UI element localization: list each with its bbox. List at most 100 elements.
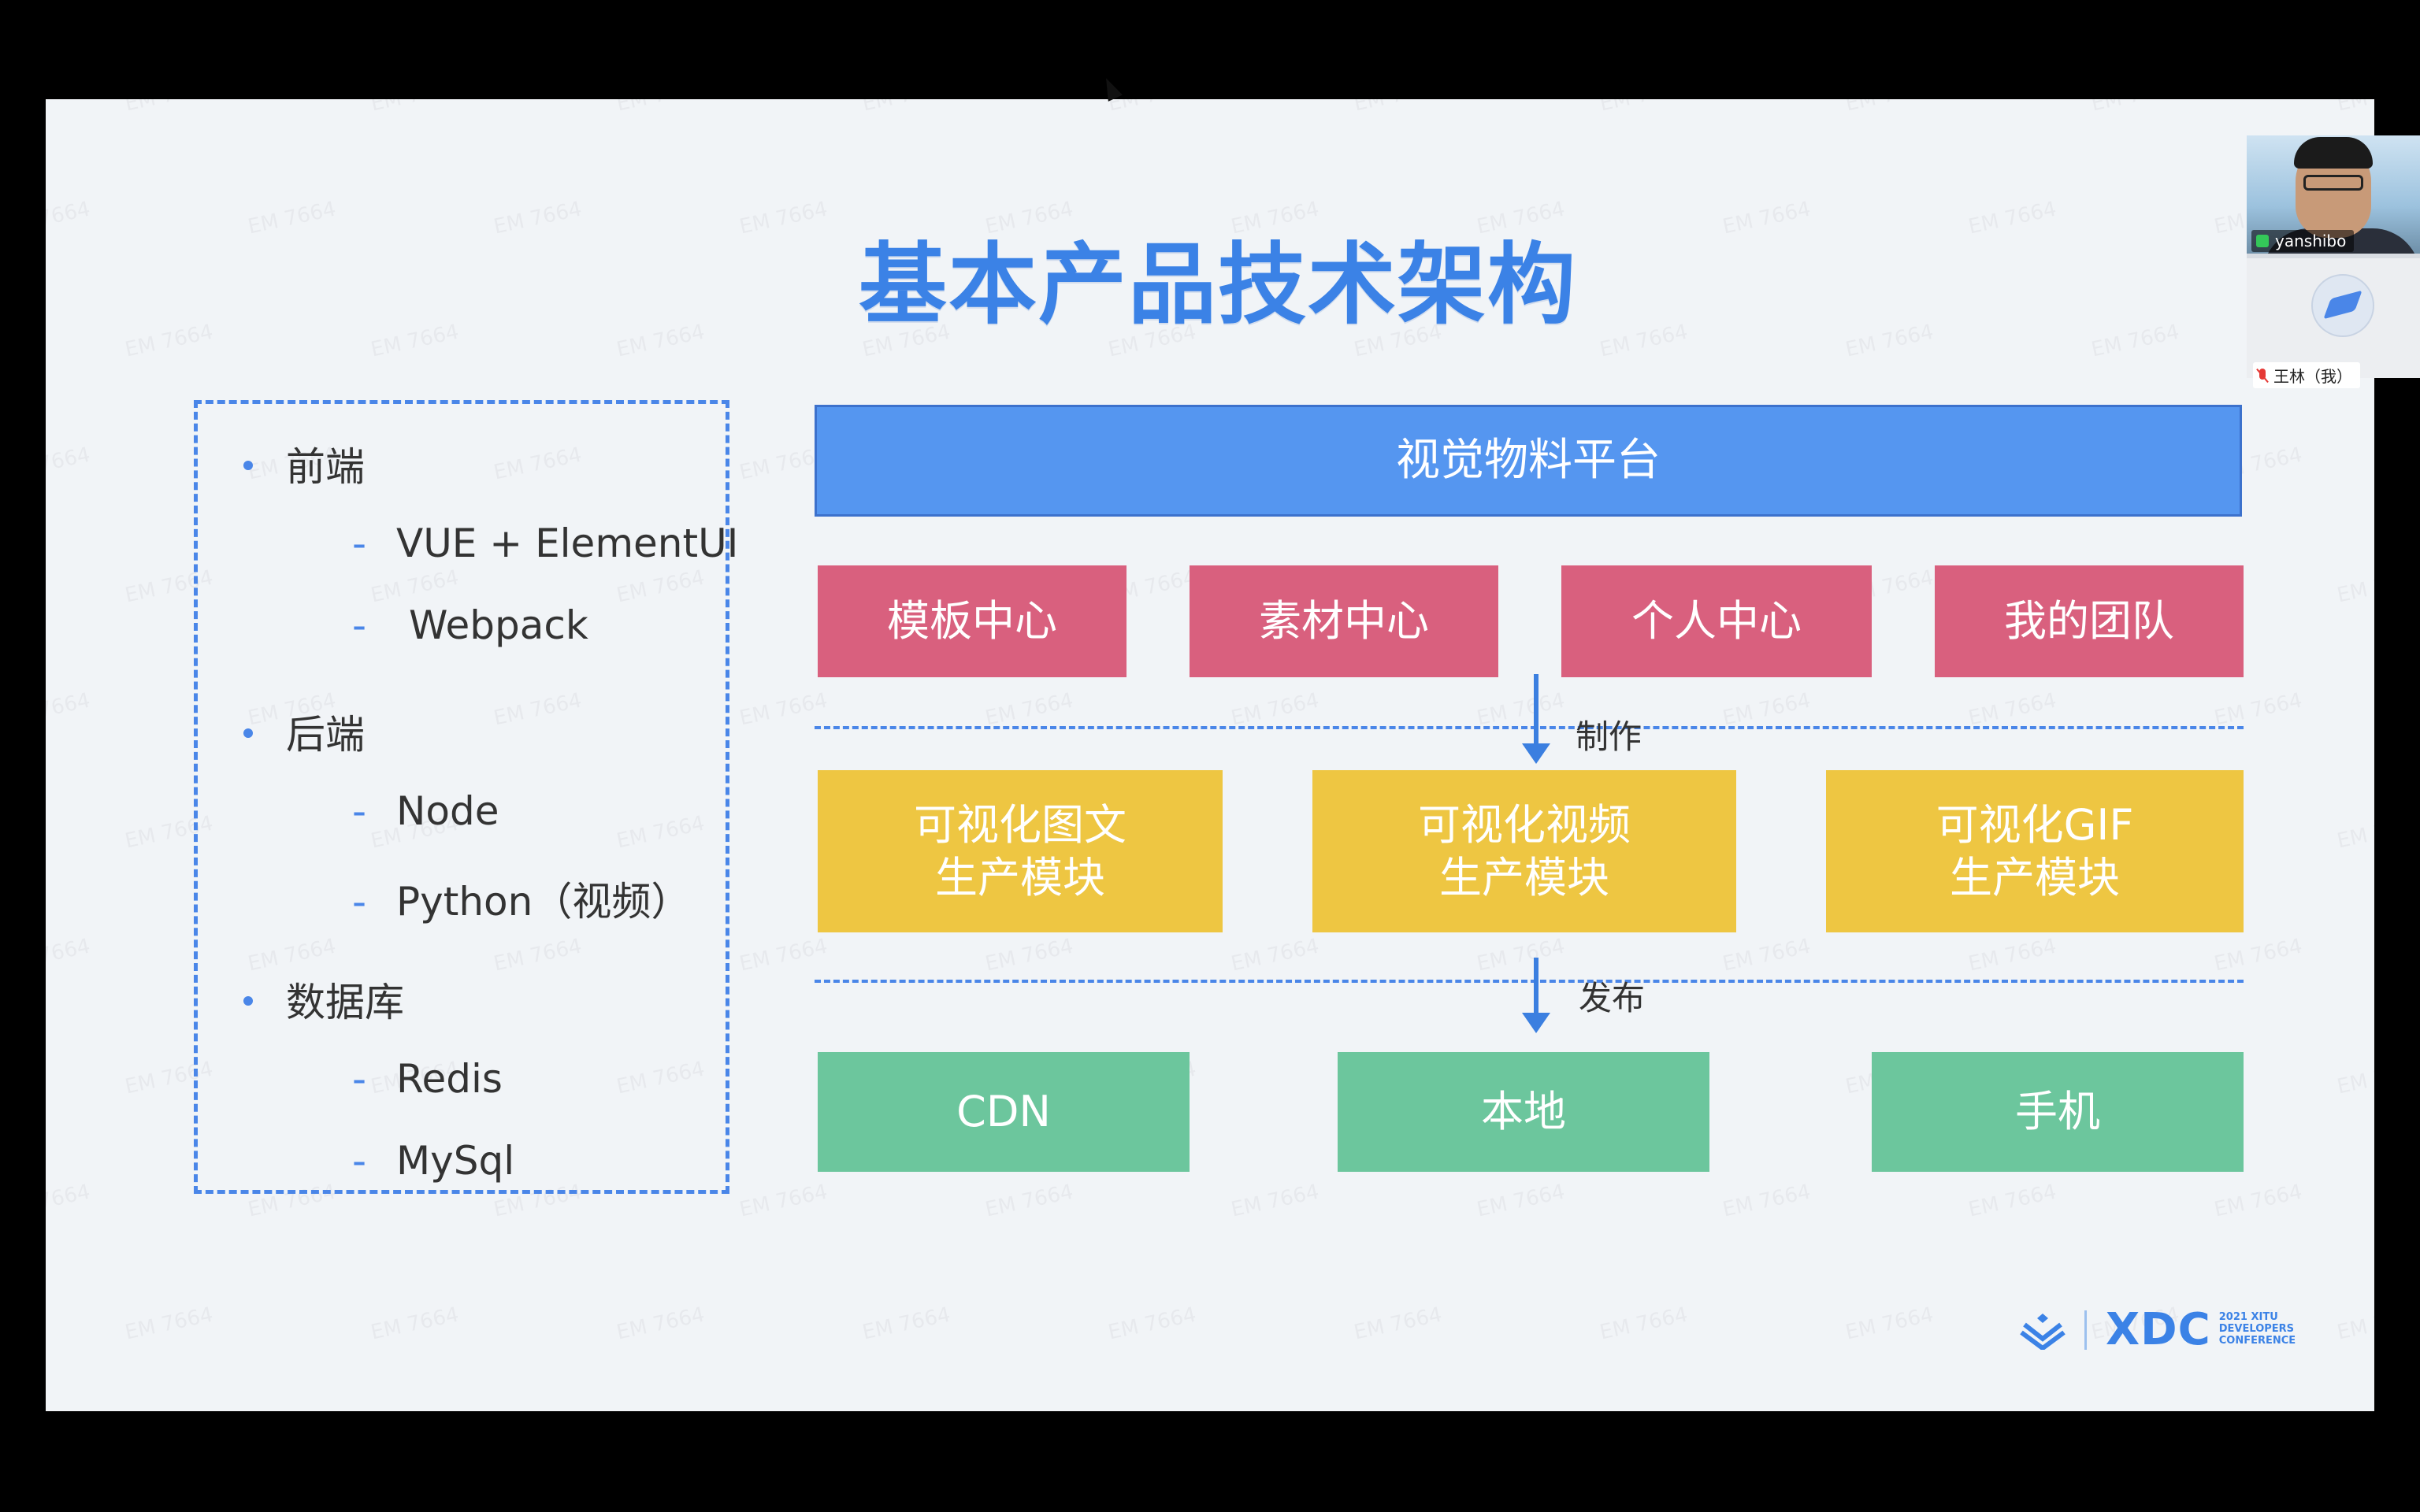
center-box-template: 模板中心 <box>818 565 1126 677</box>
watermark-text: EM 7664 <box>1843 320 1936 362</box>
watermark-text: EM 7664 <box>2212 934 2305 976</box>
logo-text: XDC <box>2106 1304 2211 1355</box>
watermark-text: EM 7664 <box>123 99 215 116</box>
watermark-text: EM 7664 <box>1475 1180 1568 1222</box>
video-tile-speaker[interactable]: yanshibo <box>2247 135 2420 254</box>
module-box-graphic: 可视化图文 生产模块 <box>818 770 1223 932</box>
divider-line <box>815 726 2244 729</box>
module-box-gif: 可视化GIF 生产模块 <box>1826 770 2244 932</box>
watermark-text: EM 7664 <box>1598 320 1691 362</box>
mic-muted-icon <box>2256 368 2269 383</box>
watermark-text: EM 7664 <box>614 99 707 116</box>
watermark-text: EM 7664 <box>1720 934 1813 976</box>
center-box-personal: 个人中心 <box>1561 565 1872 677</box>
slide-title: 基本产品技术架构 <box>859 234 1577 336</box>
watermark-text: EM 7664 <box>369 320 462 362</box>
stack-category-frontend: 前端 <box>243 435 365 492</box>
stack-category-database: 数据库 <box>243 971 404 1028</box>
watermark-text: EM 7664 <box>737 934 830 976</box>
watermark-text: EM 7664 <box>2089 99 2181 116</box>
target-box-mobile: 手机 <box>1872 1052 2244 1172</box>
watermark-text: EM 7664 <box>1106 99 1198 116</box>
watermark-text: EM 7664 <box>46 443 93 485</box>
stack-item: - MySql <box>352 1138 515 1184</box>
watermark-text: EM 7664 <box>46 1180 93 1222</box>
watermark-text: EM 7664 <box>369 1303 462 1345</box>
watermark-text: EM 7664 <box>1720 197 1813 239</box>
mic-on-icon <box>2256 235 2269 247</box>
self-name-tag: 王林（我） <box>2253 362 2360 388</box>
watermark-text: EM 7664 <box>860 1303 953 1345</box>
bottom-letterbox <box>0 1411 2420 1512</box>
make-label: 制作 <box>1576 717 1642 756</box>
xdc-logo: XDC 2021 XITU DEVELOPERS CONFERENCE <box>2020 1304 2296 1355</box>
top-letterbox <box>0 0 2420 99</box>
watermark-text: EM 7664 <box>2089 320 2182 362</box>
glasses-icon <box>2303 175 2363 191</box>
watermark-text: EM 7664 <box>737 1180 830 1222</box>
participant-video-panel: yanshibo 王林（我） <box>2247 135 2420 388</box>
avatar <box>2311 274 2374 337</box>
arrow-head-icon <box>1522 1013 1550 1033</box>
watermark-text: EM 7664 <box>1475 934 1568 976</box>
bullet-icon <box>243 995 253 1006</box>
watermark-text: EM 7664 <box>2335 811 2374 854</box>
watermark-text: EM 7664 <box>983 934 1076 976</box>
watermark-text: EM 7664 <box>983 688 1076 731</box>
arrow-down-icon <box>1534 674 1538 745</box>
stack-category-backend: 后端 <box>243 703 365 760</box>
watermark-text: EM 7664 <box>46 688 93 731</box>
watermark-text: EM 7664 <box>2335 1057 2374 1099</box>
watermark-text: EM 7664 <box>2212 1180 2305 1222</box>
watermark-text: EM 7664 <box>2212 688 2305 731</box>
speaker-name-tag: yanshibo <box>2251 230 2355 252</box>
module-box-video: 可视化视频 生产模块 <box>1312 770 1736 932</box>
stack-item: - Redis <box>352 1056 503 1102</box>
logo-separator <box>2084 1310 2087 1350</box>
watermark-text: EM 7664 <box>1966 197 2059 239</box>
platform-box: 视觉物料平台 <box>815 405 2242 517</box>
dash-icon: - <box>352 521 367 566</box>
watermark-text: EM 7664 <box>614 320 707 362</box>
arrow-down-icon <box>1534 958 1538 1014</box>
watermark-text: EM 7664 <box>2335 565 2374 608</box>
presentation-slide: EM 7664 EM 7664 EM 7664 EM 7664 EM 7664 EM 76… <box>46 99 2374 1411</box>
watermark-text: EM 7664 <box>1720 1180 1813 1222</box>
watermark-text: EM 7664 <box>1966 934 2059 976</box>
watermark-text: EM 7664 <box>1229 934 1322 976</box>
watermark-text: EM 7664 <box>1475 688 1568 731</box>
watermark-text: EM 7664 <box>2335 99 2374 116</box>
watermark-text: EM 7664 <box>1598 99 1690 116</box>
watermark-text: EM 7664 <box>614 1303 707 1345</box>
stack-item: - Python（视频） <box>352 879 691 925</box>
bullet-icon <box>243 460 253 470</box>
juejin-logo-icon <box>2020 1310 2066 1351</box>
publish-label: 发布 <box>1579 979 1646 1017</box>
stack-item: - Node <box>352 788 499 834</box>
watermark-text: EM 7664 <box>983 1180 1076 1222</box>
speaker-hair <box>2294 137 2373 169</box>
watermark-text: EM 7664 <box>1352 1303 1445 1345</box>
dash-icon: - <box>352 602 367 648</box>
watermark-text: EM 7664 <box>1229 688 1322 731</box>
tech-stack-box: 前端 - VUE + ElementUI - Webpack 后端 - Node -P… <box>194 400 738 1194</box>
watermark-text: EM 7664 <box>369 99 461 116</box>
watermark-text: EM 7664 <box>1598 1303 1691 1345</box>
watermark-text: EM 7664 <box>246 197 339 239</box>
watermark-text: EM 7664 <box>1966 688 2059 731</box>
watermark-text: EM 7664 <box>737 197 830 239</box>
watermark-text: EM 7664 <box>1966 1180 2059 1222</box>
divider-line <box>815 980 2244 983</box>
watermark-text: EM 7664 <box>46 197 93 239</box>
bullet-icon <box>243 728 253 738</box>
watermark-text: EM 7664 <box>1106 1303 1199 1345</box>
watermark-text: EM 7664 <box>1720 688 1813 731</box>
watermark-text: EM 7664 <box>1843 99 1936 116</box>
stack-item: - VUE + ElementUI <box>352 521 739 566</box>
watermark-text: EM 7664 <box>123 1303 216 1345</box>
watermark-text: EM 7664 <box>860 99 952 116</box>
dash-icon: - <box>352 1138 367 1184</box>
video-tile-self[interactable] <box>2247 258 2420 378</box>
logo-subtitle: 2021 XITU DEVELOPERS CONFERENCE <box>2218 1311 2296 1347</box>
target-box-local: 本地 <box>1338 1052 1709 1172</box>
